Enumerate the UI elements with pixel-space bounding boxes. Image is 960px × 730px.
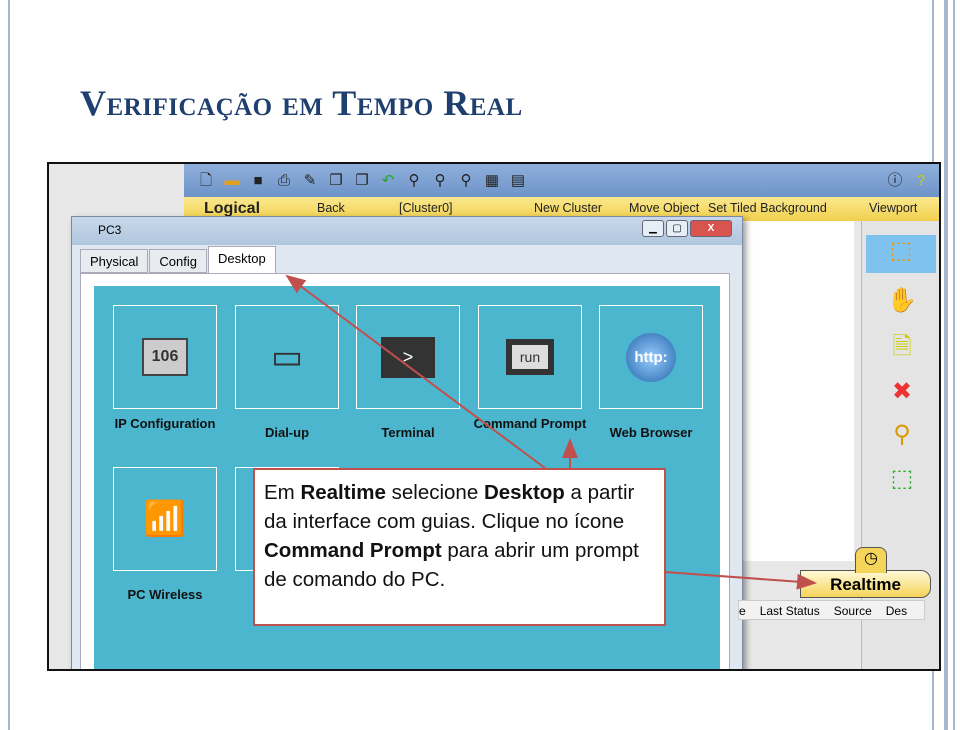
arrow-to-realtime [664, 571, 817, 590]
arrows-overlay [285, 274, 817, 590]
arrow-to-desktop-tab [285, 274, 546, 469]
